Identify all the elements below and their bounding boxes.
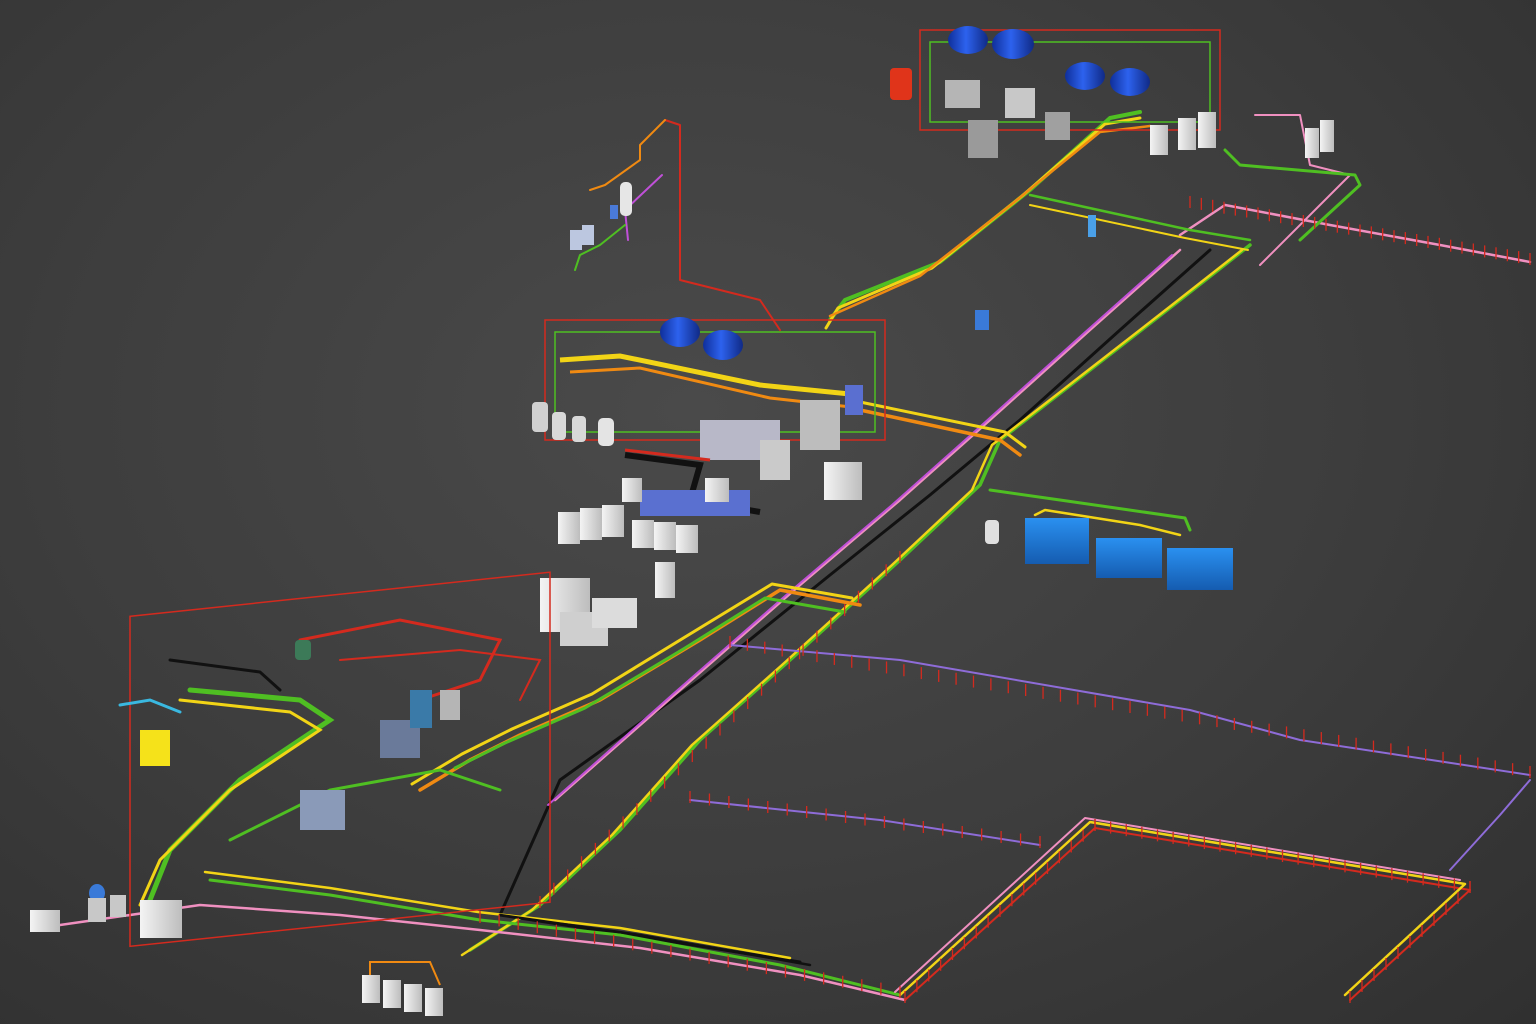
control-panel xyxy=(610,205,618,219)
cabinet-feed-green xyxy=(988,488,1192,532)
blue-cabinet-group xyxy=(985,518,1233,590)
control-panel xyxy=(570,230,582,250)
storage-tank xyxy=(660,317,700,347)
process-module xyxy=(760,440,790,480)
bottom-cabinet-group xyxy=(362,961,443,1016)
process-vessel xyxy=(110,895,126,917)
top-plant-area xyxy=(890,26,1334,330)
white-cabinet xyxy=(404,984,422,1012)
electrical-cabinet xyxy=(676,525,698,553)
blue-skid xyxy=(640,490,750,516)
pump-unit xyxy=(975,310,989,330)
pipe-support-racks xyxy=(479,196,1531,1003)
blue-cabinet xyxy=(1025,518,1089,564)
isolated-branch-orange xyxy=(589,119,666,191)
equipment-unit xyxy=(1178,118,1196,150)
filter-vessel xyxy=(552,412,566,440)
filter-vessel xyxy=(532,402,548,432)
plant-piping-3d-viewport[interactable] xyxy=(0,0,1536,1024)
white-equipment-box xyxy=(824,462,862,500)
pump-unit xyxy=(1088,215,1096,237)
lower-bundle-orange xyxy=(418,588,862,792)
electrical-cabinet xyxy=(558,512,580,544)
white-cabinet xyxy=(362,975,380,1003)
left-plant-pipework xyxy=(118,618,542,907)
process-block xyxy=(440,690,460,720)
equipment-unit xyxy=(1198,112,1216,148)
blue-cabinet xyxy=(1096,538,1162,578)
purple-loop-riser xyxy=(1449,779,1531,871)
electrical-cabinet xyxy=(655,562,675,598)
left-header-red xyxy=(298,618,503,702)
main-distribution-pipe-runs xyxy=(58,110,1532,1002)
storage-tank xyxy=(1065,62,1105,90)
left-header-green-2 xyxy=(228,768,502,842)
electrical-cabinet xyxy=(602,505,624,537)
vertical-vessel xyxy=(620,182,632,216)
cylinder-rack xyxy=(592,598,637,628)
cabinet-riser-orange xyxy=(369,961,441,986)
yellow-cabinet xyxy=(140,730,170,766)
blue-cabinet xyxy=(1167,548,1233,590)
process-block xyxy=(410,690,432,728)
filter-vessel xyxy=(572,416,586,442)
pink-header-return xyxy=(1254,114,1351,266)
equipment-skid xyxy=(1005,88,1035,118)
white-cabinet xyxy=(30,910,60,932)
process-block xyxy=(300,790,345,830)
lower-bundle-green xyxy=(453,596,847,770)
storage-tank xyxy=(992,29,1034,59)
equipment-skid xyxy=(945,80,980,108)
small-vessel xyxy=(985,520,999,544)
equipment-unit xyxy=(1150,125,1168,155)
piping-layout-scene xyxy=(30,26,1532,1016)
middle-plant-header-yellow xyxy=(559,353,861,398)
isolated-riser-red xyxy=(664,119,781,331)
electrical-cabinet xyxy=(580,508,602,540)
left-header-black xyxy=(168,658,282,692)
process-module-blue xyxy=(845,385,863,415)
process-module xyxy=(800,400,840,450)
top-header-loop xyxy=(1028,193,1252,242)
remote-equipment-cluster xyxy=(570,182,632,250)
white-cabinet xyxy=(425,988,443,1016)
white-equipment-box xyxy=(705,478,729,502)
white-cabinet xyxy=(140,900,182,938)
red-vessel xyxy=(890,68,912,100)
storage-tank xyxy=(1110,68,1150,96)
process-skid-gray xyxy=(1045,112,1070,140)
white-cabinet-group xyxy=(540,505,698,646)
middle-plant-area xyxy=(532,317,886,516)
electrical-cabinet xyxy=(654,522,676,550)
equipment-unit xyxy=(1320,120,1334,152)
pink-header-right xyxy=(1178,203,1532,264)
green-tank xyxy=(295,640,311,660)
control-panel xyxy=(582,225,594,245)
white-equipment-box xyxy=(622,478,642,502)
equipment-skid xyxy=(968,120,998,158)
white-cabinet xyxy=(383,980,401,1008)
electrical-cabinet xyxy=(632,520,654,548)
filter-vessel xyxy=(598,418,614,446)
equipment-unit xyxy=(1305,128,1319,158)
storage-tank xyxy=(703,330,743,360)
storage-tank xyxy=(948,26,988,54)
process-vessel xyxy=(88,898,106,922)
left-header-cyan xyxy=(118,698,182,714)
